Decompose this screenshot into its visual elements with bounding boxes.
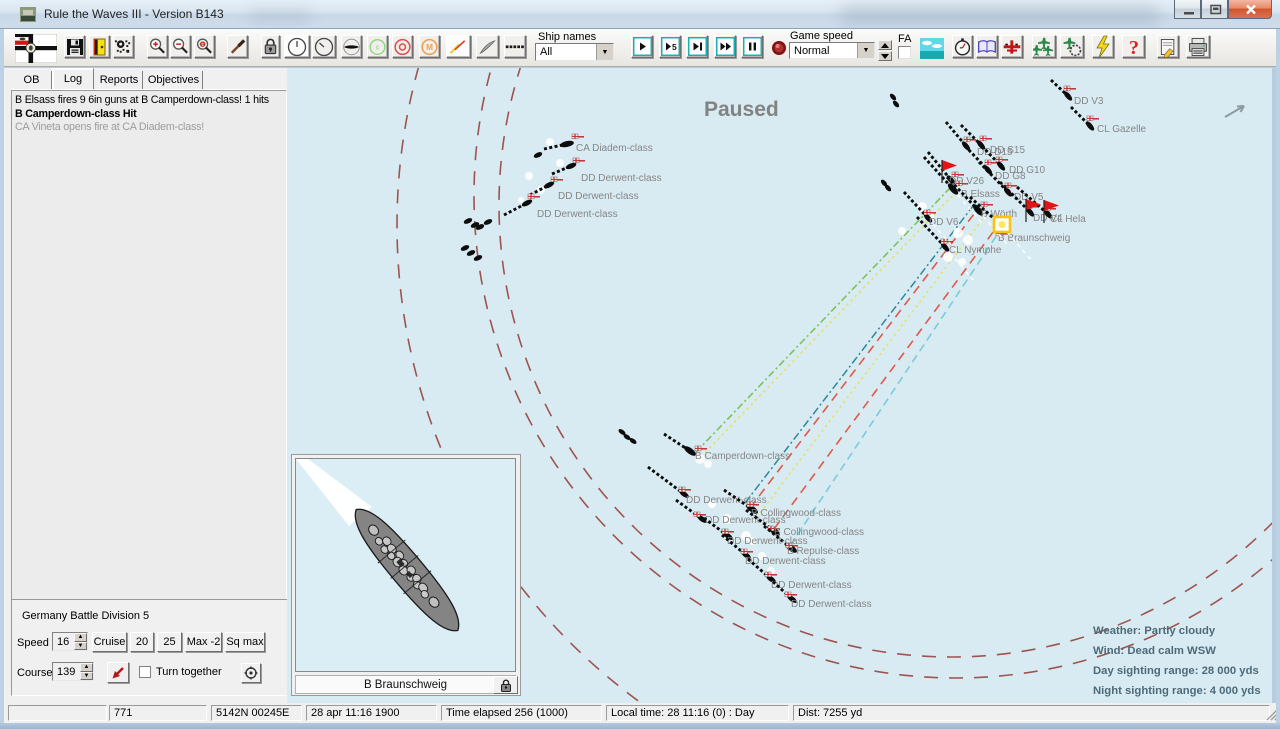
- svg-text:CL Gazelle: CL Gazelle: [1097, 124, 1147, 135]
- svg-text:Paused: Paused: [704, 98, 779, 121]
- svg-text:DD G8: DD G8: [995, 171, 1026, 182]
- svg-text:DD Derwent-class: DD Derwent-class: [727, 536, 808, 547]
- svg-text:B Collingwood-class: B Collingwood-class: [751, 508, 841, 519]
- svg-text:DD S15: DD S15: [990, 145, 1025, 156]
- svg-text:DD V6: DD V6: [929, 217, 959, 228]
- svg-text:CL Hela: CL Hela: [1050, 214, 1086, 225]
- svg-text:Wind: Dead calm WSW: Wind: Dead calm WSW: [1093, 645, 1216, 657]
- svg-text:DD Derwent-class: DD Derwent-class: [558, 191, 639, 202]
- svg-text:DD Derwent-class: DD Derwent-class: [791, 599, 872, 610]
- svg-text:Weather: Partly cloudy: Weather: Partly cloudy: [1093, 625, 1216, 637]
- svg-text:M: M: [426, 43, 433, 52]
- svg-text:DD Derwent-class: DD Derwent-class: [581, 173, 662, 184]
- svg-text:?: ?: [1129, 37, 1139, 59]
- svg-text:DD Derwent-class: DD Derwent-class: [537, 209, 618, 220]
- svg-text:CL Nymphe: CL Nymphe: [949, 245, 1002, 256]
- svg-text:CA Diadem-class: CA Diadem-class: [576, 143, 653, 154]
- svg-text:B Camperdown-class: B Camperdown-class: [695, 451, 790, 462]
- svg-text:5: 5: [672, 42, 677, 52]
- svg-text:Night sighting range: 4 000 yd: Night sighting range: 4 000 yds: [1093, 685, 1261, 697]
- svg-text:DD V3: DD V3: [1074, 96, 1104, 107]
- svg-text:c: c: [376, 44, 380, 51]
- svg-text:Day sighting range: 28 000 yds: Day sighting range: 28 000 yds: [1093, 665, 1259, 677]
